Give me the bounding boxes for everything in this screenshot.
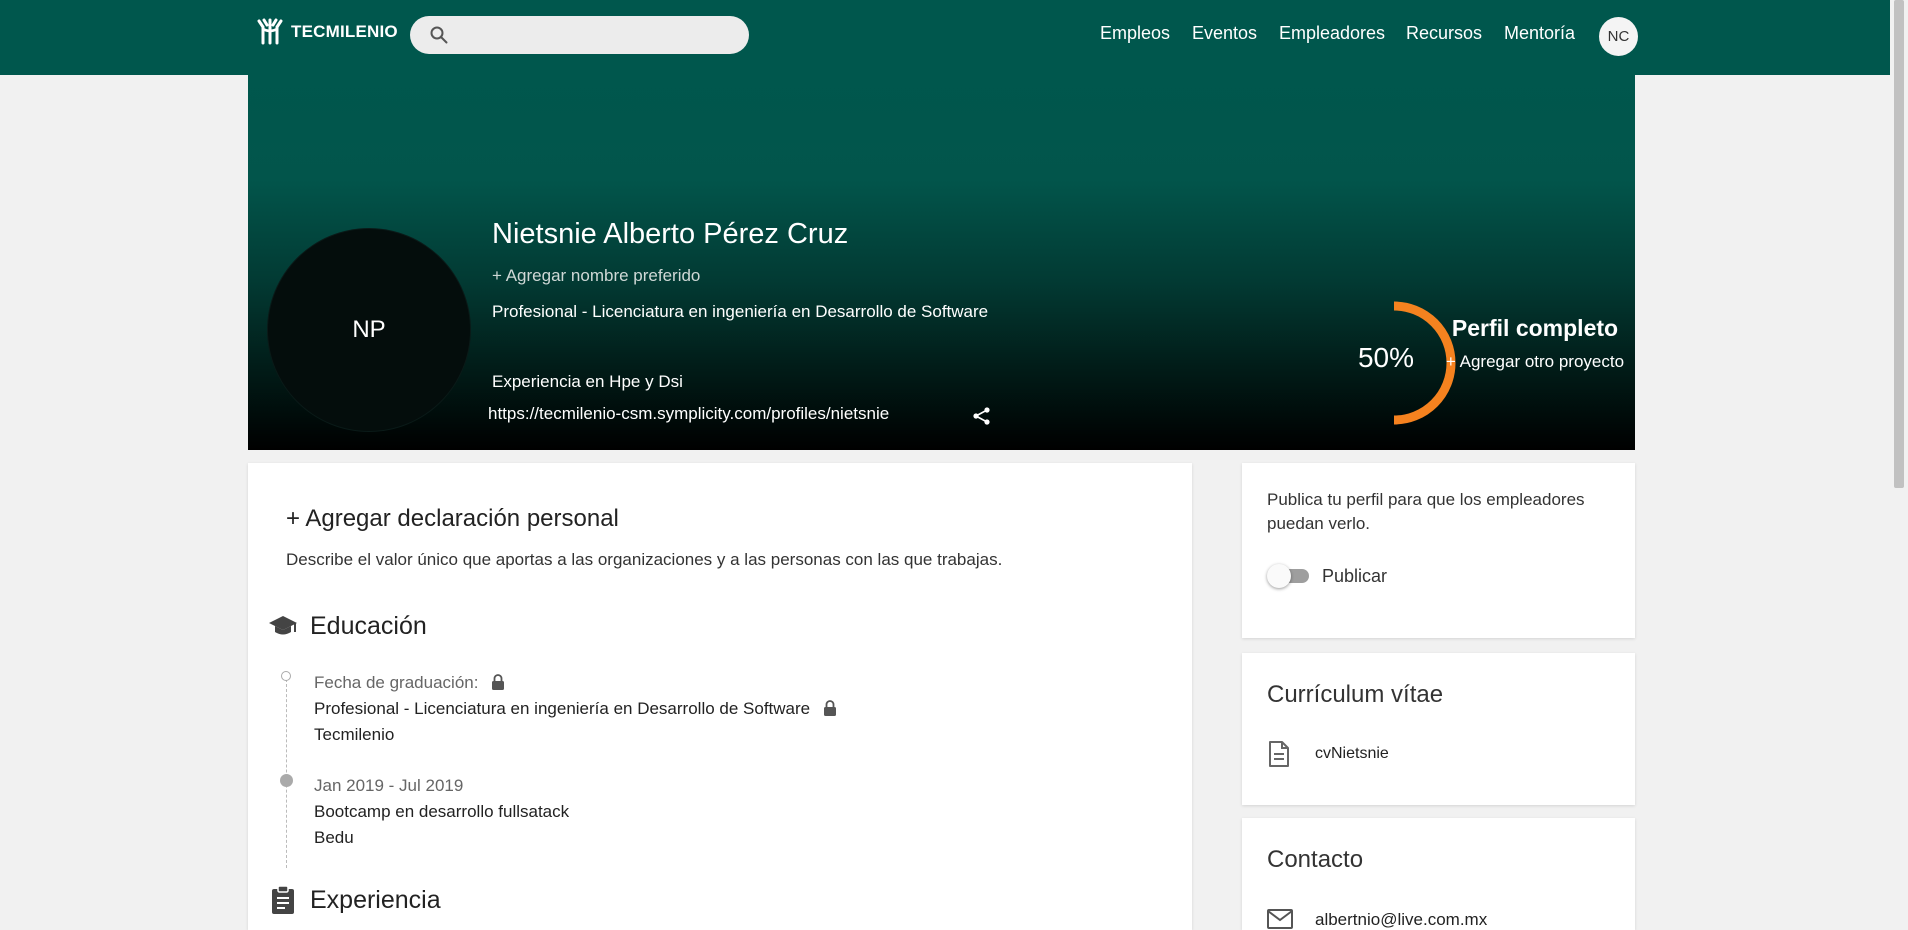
profile-avatar[interactable]: NP [268,229,470,431]
contact-email-link[interactable]: albertnio@live.com.mx [1315,910,1487,930]
graduation-cap-icon [269,616,297,635]
education-section-header: Educación [268,611,427,641]
education-item-date: Fecha de graduación: [314,673,505,693]
timeline-dot [280,774,293,787]
search-icon [430,26,448,44]
profile-experience-summary: Experiencia en Hpe y Dsi [492,372,683,391]
document-icon [1269,741,1289,767]
nav-eventos[interactable]: Eventos [1192,23,1257,44]
add-project-link[interactable]: + Agregar otro proyecto [1440,348,1630,375]
user-avatar[interactable]: NC [1599,17,1638,56]
education-item-school: Bedu [314,828,354,847]
search-bar[interactable] [410,16,749,54]
publish-profile-card: Publica tu perfil para que los empleador… [1242,463,1635,638]
toggle-knob [1267,564,1291,588]
tecmilenio-logo[interactable]: TECMILENIO [255,17,398,47]
tecmilenio-logo-icon [257,18,283,45]
cv-card: Currículum vítae cvNietsnie [1242,653,1635,805]
profile-completion-box: Perfil completo + Agregar otro proyecto [1440,315,1630,375]
experience-title: Experiencia [310,885,441,914]
profile-url[interactable]: https://tecmilenio-csm.symplicity.com/pr… [488,404,889,424]
education-item-degree: Profesional - Licenciatura en ingeniería… [314,699,837,719]
cv-file-link[interactable]: cvNietsnie [1315,745,1389,763]
cv-title: Currículum vítae [1267,681,1444,708]
logo-text: TECMILENIO [291,22,398,41]
clipboard-icon [272,885,294,914]
profile-program: Profesional - Licenciatura en ingeniería… [492,302,989,321]
page-scrollbar[interactable] [1890,0,1908,930]
nav-empleadores[interactable]: Empleadores [1279,23,1385,44]
profile-completion-percent: 50% [1357,342,1415,373]
nav-mentoria[interactable]: Mentoría [1504,23,1575,44]
contact-title: Contacto [1267,846,1364,873]
experience-section-header: Experiencia [268,885,441,915]
contact-card: Contacto albertnio@live.com.mx [1242,818,1635,930]
add-preferred-name-link[interactable]: + Agregar nombre preferido [492,266,700,286]
education-item-school: Tecmilenio [314,725,395,744]
publish-description: Publica tu perfil para que los empleador… [1267,490,1585,533]
scrollbar-thumb[interactable] [1894,0,1904,488]
profile-main-card: + Agregar declaración personal Describe … [248,463,1192,930]
share-icon[interactable] [971,405,993,427]
publish-label: Publicar [1322,566,1388,586]
nav-empleos[interactable]: Empleos [1100,23,1170,44]
lock-icon [492,674,505,690]
education-title: Educación [310,611,427,640]
mail-icon [1267,909,1293,929]
top-navigation-bar: TECMILENIO Empleos Eventos Empleadores R… [0,0,1890,75]
lock-icon [823,700,836,716]
add-personal-statement-link[interactable]: + Agregar declaración personal [286,505,619,533]
personal-statement-description: Describe el valor único que aportas a la… [286,550,1003,569]
search-input[interactable] [458,16,738,54]
profile-name: Nietsnie Alberto Pérez Cruz [492,218,849,250]
profile-completion-title: Perfil completo [1451,315,1619,341]
publish-toggle[interactable] [1267,563,1311,589]
education-item-degree: Bootcamp en desarrollo fullsatack [314,802,570,821]
education-item-date: Jan 2019 - Jul 2019 [314,776,464,795]
nav-recursos[interactable]: Recursos [1406,23,1482,44]
timeline-dot [281,671,291,681]
profile-header: NP Nietsnie Alberto Pérez Cruz + Agregar… [248,75,1635,450]
